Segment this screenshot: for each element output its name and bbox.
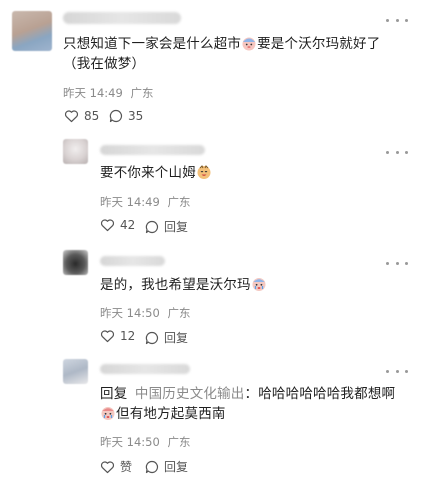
main-comment-text-line2: （我在做梦） xyxy=(63,56,146,72)
reply3-avatar[interactable] xyxy=(63,359,88,384)
main-comment-meta: 昨天 14:49 广东 xyxy=(63,85,153,101)
reply2-reply-label: 回复 xyxy=(164,331,189,345)
reply2-text-content: 是的，我也希望是沃尔玛 xyxy=(100,277,251,293)
main-comment-location: 广东 xyxy=(130,86,154,100)
reply3-reply-label: 回复 xyxy=(164,460,189,474)
reply3-text-line2: 但有地方起莫西南 xyxy=(116,406,226,422)
main-comment-avatar[interactable] xyxy=(12,11,52,51)
heart-icon xyxy=(100,460,115,473)
heart-icon xyxy=(64,110,79,123)
laughing-face-emoji-icon xyxy=(197,165,211,179)
reply2-like-button[interactable]: 12 xyxy=(100,329,135,343)
reply1-like-count: 42 xyxy=(120,218,136,232)
reply2-avatar[interactable] xyxy=(63,250,88,275)
reply1-time: 昨天 14:49 xyxy=(100,195,160,209)
reply2-like-count: 12 xyxy=(120,329,136,343)
main-comment-text: 只想知道下一家会是什么超市 要是个沃尔玛就好了 （我在做梦） xyxy=(63,34,413,74)
reply2-time: 昨天 14:50 xyxy=(100,306,160,320)
reply1-like-button[interactable]: 42 xyxy=(100,218,135,232)
crying-face-emoji-icon xyxy=(252,278,266,291)
reply2-username[interactable] xyxy=(100,256,165,266)
reply3-like-label: 赞 xyxy=(120,460,133,474)
reply1-username[interactable] xyxy=(100,145,205,155)
reply1-text: 要不你来个山姆 xyxy=(100,163,212,183)
reply3-reply-target-link[interactable]: 中国历史文化输出 xyxy=(135,386,245,402)
comment-bubble-icon xyxy=(145,331,159,344)
main-comment-like-count: 85 xyxy=(84,109,100,123)
reply3-more-icon[interactable] xyxy=(386,368,408,374)
reply2-more-icon[interactable] xyxy=(386,260,408,266)
reply1-location: 广东 xyxy=(167,195,191,209)
reply3-reply-button[interactable]: 回复 xyxy=(145,458,188,475)
reply3-like-button[interactable]: 赞 xyxy=(100,458,132,475)
main-comment-text-part1: 只想知道下一家会是什么超市 xyxy=(63,36,242,52)
reply2-location: 广东 xyxy=(167,306,191,320)
reply2-text: 是的，我也希望是沃尔玛 xyxy=(100,275,267,295)
main-comment-like-button[interactable]: 85 xyxy=(64,109,99,123)
shy-face-emoji-icon xyxy=(242,37,256,51)
reply3-username[interactable] xyxy=(100,364,190,374)
main-comment-text-part2: 要是个沃尔玛就好了 xyxy=(257,36,381,52)
heart-icon xyxy=(100,330,115,343)
main-comment-more-icon[interactable] xyxy=(386,17,408,23)
reply1-avatar[interactable] xyxy=(63,139,88,164)
comment-bubble-icon xyxy=(109,109,123,123)
reply3-reply-prefix: 回复 xyxy=(100,386,128,402)
heart-icon xyxy=(100,219,115,232)
main-comment-reply-count: 35 xyxy=(128,109,144,123)
reply1-text-content: 要不你来个山姆 xyxy=(100,165,196,181)
reply2-reply-button[interactable]: 回复 xyxy=(145,329,188,346)
main-comment-time: 昨天 14:49 xyxy=(63,86,123,100)
reply3-text: 回复 中国历史文化输出：哈哈哈哈哈哈我都想啊 但有地方起莫西南 xyxy=(100,384,410,424)
reply1-reply-label: 回复 xyxy=(164,220,189,234)
main-comment-username[interactable] xyxy=(63,12,181,24)
reply3-location: 广东 xyxy=(167,435,191,449)
reply1-reply-button[interactable]: 回复 xyxy=(145,218,188,235)
reply3-time: 昨天 14:50 xyxy=(100,435,160,449)
reply1-meta: 昨天 14:49 广东 xyxy=(100,194,190,210)
reply2-meta: 昨天 14:50 广东 xyxy=(100,305,190,321)
comment-bubble-icon xyxy=(145,220,159,233)
reply3-text-line1: ：哈哈哈哈哈哈我都想啊 xyxy=(244,386,396,402)
crying-face-emoji-icon xyxy=(101,407,115,420)
reply1-more-icon[interactable] xyxy=(386,149,408,155)
comment-bubble-icon xyxy=(145,460,159,473)
reply3-meta: 昨天 14:50 广东 xyxy=(100,434,190,450)
main-comment-reply-button[interactable]: 35 xyxy=(109,109,143,123)
